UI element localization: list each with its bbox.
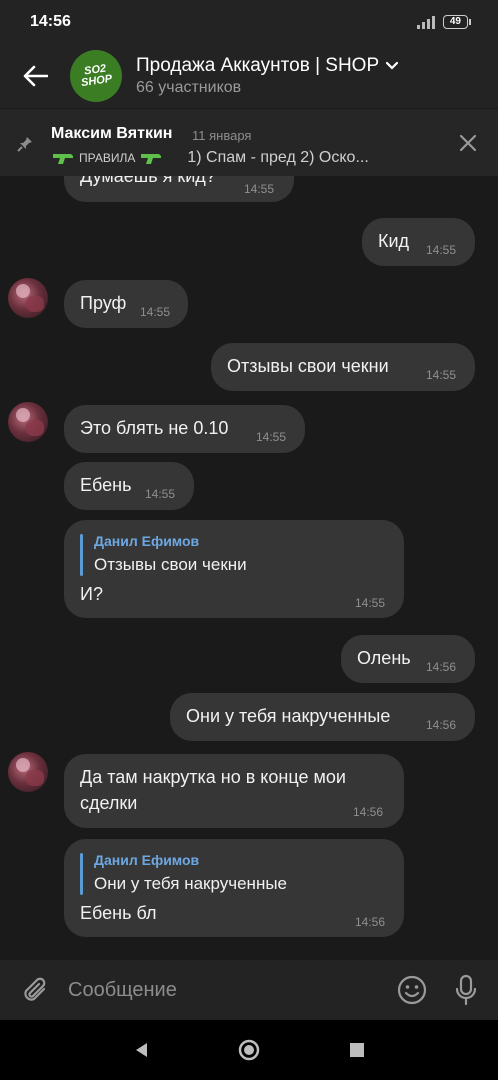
message-bubble[interactable]: Пруф 14:55	[64, 280, 188, 328]
message-bubble[interactable]: Отзывы свои чекни 14:55	[211, 343, 475, 391]
reply-accent	[80, 534, 83, 576]
message-text: Думаешь я кид?	[80, 176, 216, 186]
avatar[interactable]	[8, 752, 48, 792]
message-text: Пруф	[80, 293, 127, 313]
paperclip-icon[interactable]	[22, 975, 50, 1005]
water-gun-icon	[53, 154, 73, 164]
message-text: Отзывы свои чекни	[227, 356, 389, 376]
reply-author: Данил Ефимов	[94, 852, 200, 868]
message-composer: Сообщение	[0, 960, 498, 1020]
message-bubble[interactable]: Ебень 14:55	[64, 462, 194, 510]
group-avatar-text: SO2 SHOP	[80, 62, 113, 90]
message-text: Олень	[357, 648, 411, 668]
pinned-message[interactable]: Максим Вяткин 11 января ПРАВИЛА 1) Спам …	[0, 108, 498, 176]
message-time: 14:55	[426, 243, 457, 257]
message-bubble[interactable]: Да там накрутка но в конце мои сделки 14…	[64, 754, 404, 828]
message-text: Это блять не 0.10	[80, 418, 229, 438]
pinned-preview: ПРАВИЛА 1) Спам - пред 2) Оско...	[51, 149, 369, 167]
status-time: 14:56	[30, 13, 71, 30]
pin-icon	[17, 137, 32, 152]
status-icons: 49	[416, 15, 472, 29]
reply-text: Они у тебя накрученные	[94, 874, 288, 893]
avatar[interactable]	[8, 402, 48, 442]
reply-text: Отзывы свои чекни	[94, 555, 247, 574]
avatar[interactable]	[8, 278, 48, 318]
reply-author: Данил Ефимов	[94, 533, 200, 549]
message-text-line1: Да там накрутка но в конце мои	[80, 767, 346, 787]
pinned-text: 1) Спам - пред 2) Оско...	[187, 149, 369, 166]
battery-icon: 49	[442, 15, 472, 29]
nav-home-icon[interactable]	[237, 1038, 261, 1062]
back-button[interactable]	[0, 44, 70, 108]
message-time: 14:56	[353, 805, 384, 819]
reply-accent	[80, 853, 83, 895]
message-list[interactable]: Думаешь я кид? 14:55 Кид 14:55 Пруф 14:5…	[0, 176, 498, 960]
message-bubble[interactable]: Кид 14:55	[362, 218, 475, 266]
water-gun-icon	[141, 154, 162, 164]
message-time: 14:56	[426, 660, 457, 674]
back-arrow-icon	[23, 65, 48, 87]
pinned-author: Максим Вяткин	[51, 125, 173, 142]
battery-level: 49	[449, 16, 461, 27]
message-time: 14:55	[244, 182, 275, 196]
message-text: И?	[80, 584, 103, 604]
message-bubble[interactable]: Это блять не 0.10 14:55	[64, 405, 305, 453]
message-bubble-reply[interactable]: Данил Ефимов Они у тебя накрученные Ебен…	[64, 839, 404, 937]
chat-title: Продажа Аккаунтов | SHOP	[136, 55, 380, 76]
message-time: 14:55	[355, 596, 386, 610]
message-time: 14:56	[426, 718, 457, 732]
system-nav-bar	[0, 1020, 498, 1080]
message-input[interactable]: Сообщение	[68, 979, 177, 1002]
message-bubble[interactable]: Думаешь я кид? 14:55	[64, 176, 294, 202]
message-time: 14:56	[355, 915, 386, 929]
pinned-date: 11 января	[192, 128, 252, 143]
message-bubble[interactable]: Олень 14:56	[341, 635, 475, 683]
microphone-icon[interactable]	[454, 974, 478, 1006]
group-avatar[interactable]: SO2 SHOP	[70, 50, 122, 102]
message-time: 14:55	[256, 430, 287, 444]
chat-header: SO2 SHOP Продажа Аккаунтов | SHOP 66 уча…	[0, 44, 498, 108]
message-text: Кид	[378, 231, 410, 251]
message-time: 14:55	[145, 487, 176, 501]
chat-info[interactable]: Продажа Аккаунтов | SHOP 66 участников	[136, 55, 399, 97]
message-text: Они у тебя накрученные	[186, 706, 391, 726]
rules-label: ПРАВИЛА	[79, 151, 136, 165]
message-time: 14:55	[426, 368, 457, 382]
message-bubble-reply[interactable]: Данил Ефимов Отзывы свои чекни И? 14:55	[64, 520, 404, 618]
message-time: 14:55	[140, 305, 171, 319]
message-bubble[interactable]: Они у тебя накрученные 14:56	[170, 693, 475, 741]
message-text: Ебень бл	[80, 903, 157, 923]
message-text-line2: сделки	[80, 793, 138, 813]
status-bar: 14:56 49	[0, 0, 498, 44]
nav-back-icon[interactable]	[133, 1041, 149, 1059]
member-count: 66 участников	[136, 79, 242, 96]
message-text: Ебень	[80, 475, 132, 495]
emoji-icon[interactable]	[396, 974, 428, 1006]
signal-icon	[416, 15, 435, 29]
close-icon[interactable]	[456, 131, 480, 155]
chevron-down-icon	[386, 61, 399, 70]
nav-recents-icon[interactable]	[349, 1042, 365, 1058]
